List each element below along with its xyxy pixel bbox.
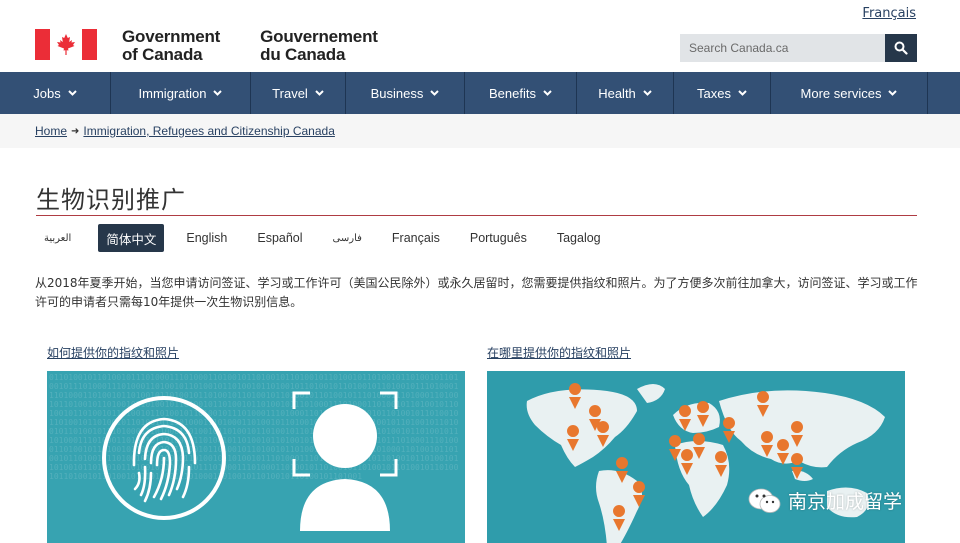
world-map-image[interactable] xyxy=(487,371,905,543)
main-menu: Jobs Immigration Travel Business Benefit… xyxy=(0,72,960,114)
brand-text-en: Government of Canada xyxy=(122,27,221,64)
watermark-text: 南京加成留学 xyxy=(788,491,903,513)
chevron-down-icon xyxy=(543,90,552,96)
chevron-down-icon xyxy=(643,90,652,96)
lang-tab-tagalog[interactable]: Tagalog xyxy=(549,224,609,252)
nav-item-immigration[interactable]: Immigration xyxy=(111,72,251,114)
card-how-to-provide: 如何提供你的指纹和照片 0110100101101001011101000111… xyxy=(47,344,465,543)
chevron-down-icon xyxy=(738,90,747,96)
brand-text-fr: Gouvernement du Canada xyxy=(260,27,378,64)
lang-tab-farsi[interactable]: فارسی xyxy=(325,224,370,252)
chevron-down-icon xyxy=(213,90,223,96)
language-toggle-link[interactable]: Français xyxy=(862,6,916,21)
search-icon xyxy=(894,41,908,55)
fingerprint-icon xyxy=(102,396,226,520)
world-map-icon xyxy=(526,383,885,543)
breadcrumb-home-link[interactable]: Home xyxy=(35,124,67,138)
title-divider xyxy=(36,215,917,216)
search-input[interactable] xyxy=(680,34,885,62)
how-to-provide-link[interactable]: 如何提供你的指纹和照片 xyxy=(47,344,465,361)
chevron-down-icon xyxy=(430,90,440,96)
watermark: 南京加成留学 xyxy=(748,487,902,514)
language-selector: العربية 简体中文 English Español فارسی Franç… xyxy=(36,224,623,252)
nav-item-benefits[interactable]: Benefits xyxy=(465,72,577,114)
where-to-provide-link[interactable]: 在哪里提供你的指纹和照片 xyxy=(487,344,905,361)
lang-tab-portuguese[interactable]: Português xyxy=(462,224,535,252)
lang-tab-simplified-chinese[interactable]: 简体中文 xyxy=(98,224,165,252)
nav-item-jobs[interactable]: Jobs xyxy=(0,72,111,114)
wechat-icon xyxy=(748,488,781,513)
biometrics-image[interactable]: 0110100101101001011101000111010001101001… xyxy=(47,371,465,543)
chevron-down-icon xyxy=(888,90,898,96)
nav-item-more-services[interactable]: More services xyxy=(771,72,928,114)
chevron-down-icon xyxy=(68,90,77,96)
lang-tab-english[interactable]: English xyxy=(178,224,235,252)
page-title: 生物识别推广 xyxy=(36,186,186,214)
canada-flag-icon xyxy=(35,29,97,60)
government-signature[interactable]: Government of Canada Gouvernement du Can… xyxy=(35,28,418,64)
chevron-down-icon xyxy=(315,90,324,96)
nav-item-travel[interactable]: Travel xyxy=(251,72,346,114)
breadcrumb: Home ➜ Immigration, Refugees and Citizen… xyxy=(35,124,335,138)
search-bar xyxy=(680,34,917,62)
lang-tab-arabic[interactable]: العربية xyxy=(36,224,79,252)
nav-item-business[interactable]: Business xyxy=(346,72,465,114)
face-scan-icon xyxy=(292,391,398,531)
lang-tab-spanish[interactable]: Español xyxy=(249,224,310,252)
arrow-right-icon: ➜ xyxy=(71,125,80,137)
intro-paragraph: 从2018年夏季开始，当您申请访问签证、学习或工作许可（美国公民除外）或永久居留… xyxy=(35,276,918,309)
nav-item-health[interactable]: Health xyxy=(577,72,674,114)
search-button[interactable] xyxy=(885,34,917,62)
nav-item-taxes[interactable]: Taxes xyxy=(674,72,771,114)
lang-tab-french[interactable]: Français xyxy=(384,224,448,252)
breadcrumb-ircc-link[interactable]: Immigration, Refugees and Citizenship Ca… xyxy=(83,124,334,138)
